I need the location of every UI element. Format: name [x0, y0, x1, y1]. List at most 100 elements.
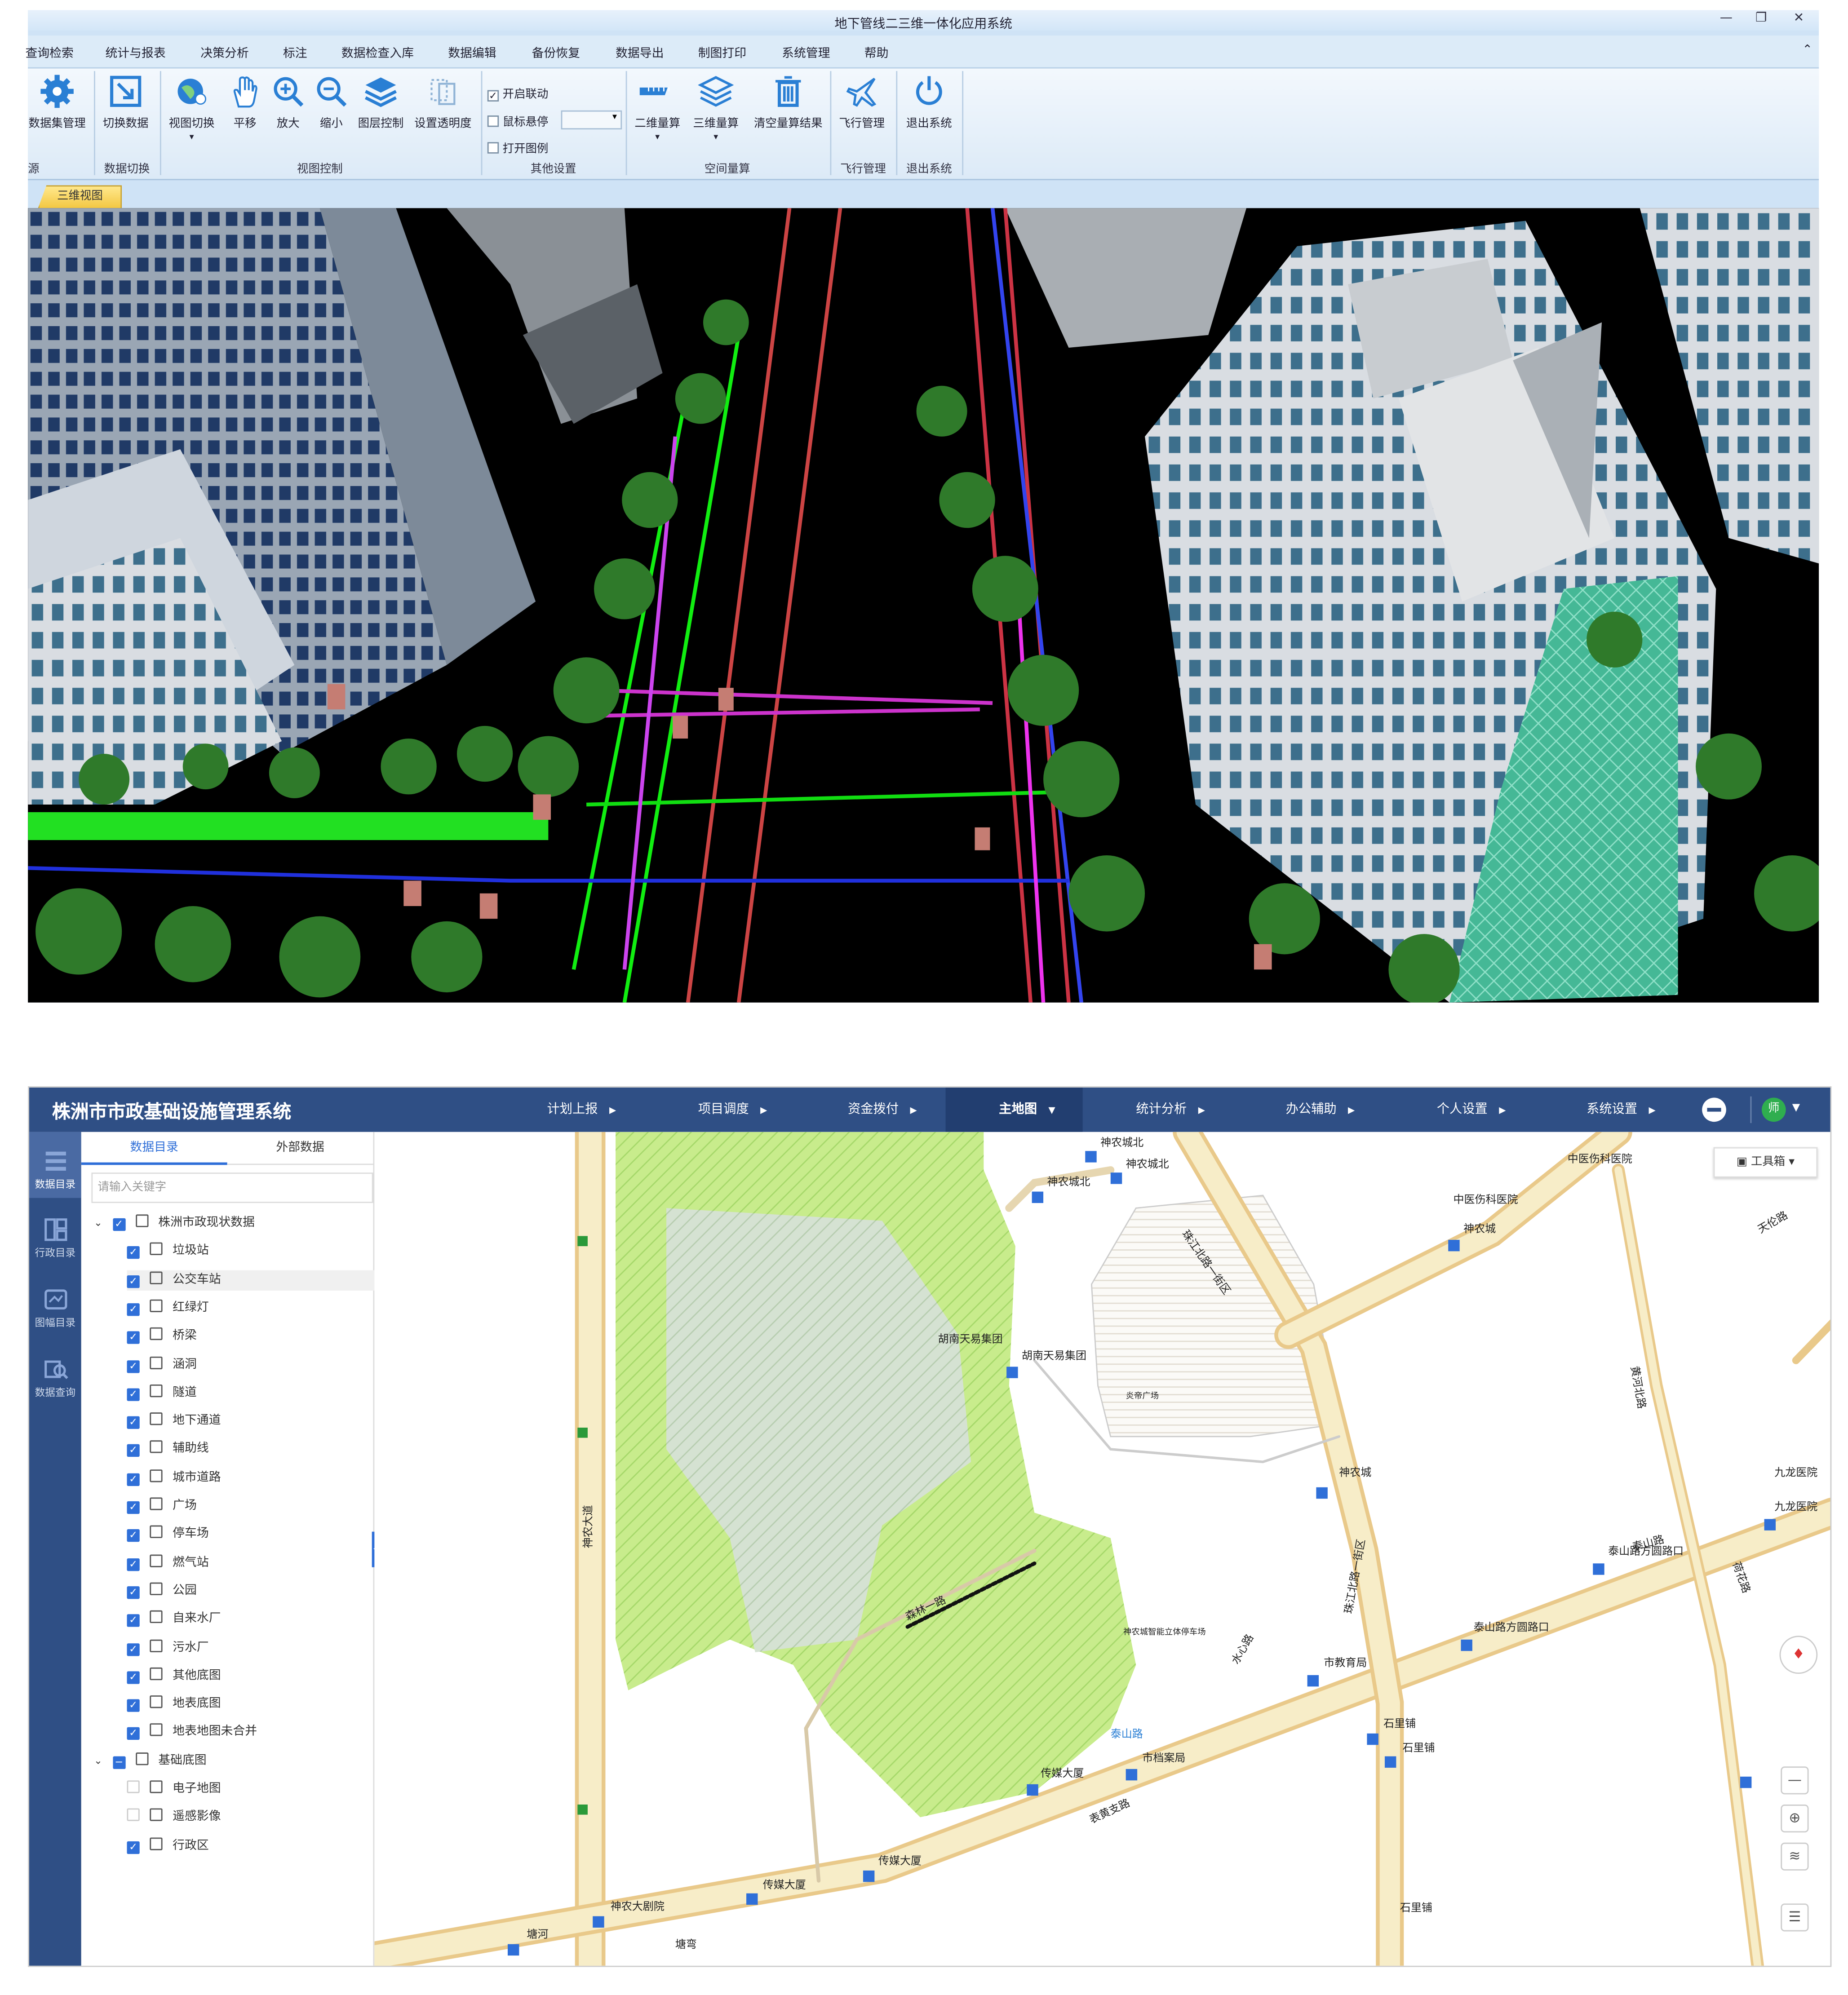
nav-project-dispatch[interactable]: 项目调度 ▶ — [698, 1088, 767, 1132]
exit-system-button[interactable]: 退出系统 — [901, 74, 957, 131]
catalog-search-input[interactable]: 请输入关键字 — [91, 1172, 373, 1203]
layer-checkbox[interactable]: ✓ — [127, 1501, 140, 1514]
measure-2d-button[interactable]: 二维量算 ▾ — [632, 74, 683, 143]
tree-layer-row[interactable]: ✓ 城市道路 — [127, 1468, 221, 1488]
tree-layer-row[interactable]: ✓ 公园 — [127, 1581, 197, 1601]
clear-measure-button[interactable]: 清空量算结果 — [749, 74, 828, 131]
menu-backup[interactable]: 备份恢复 — [532, 43, 580, 61]
close-button[interactable]: ✕ — [1794, 11, 1804, 25]
tree-layer-row[interactable]: ✓ 地下通道 — [127, 1411, 221, 1432]
restore-button[interactable]: ❐ — [1755, 11, 1767, 25]
layer-checkbox[interactable]: ✓ — [127, 1671, 140, 1684]
layer-checkbox[interactable]: ✓ — [127, 1274, 140, 1288]
pan-button[interactable]: 平移 — [226, 74, 264, 131]
tree-layer-row[interactable]: ✓ 行政区 — [127, 1836, 209, 1856]
menu-system[interactable]: 系统管理 — [782, 43, 830, 61]
nav-plan-report[interactable]: 计划上报 ▶ — [547, 1088, 616, 1132]
tree-layer-row[interactable]: ✓ 红绿灯 — [127, 1298, 209, 1318]
menu-edit[interactable]: 数据编辑 — [448, 43, 496, 61]
flight-manage-button[interactable]: 飞行管理 — [835, 74, 889, 131]
message-icon[interactable] — [1702, 1097, 1726, 1122]
minimize-button[interactable]: — — [1720, 11, 1733, 25]
layer-checkbox[interactable]: ✓ — [127, 1359, 140, 1373]
layer-checkbox[interactable]: ✓ — [112, 1218, 125, 1231]
menu-stats[interactable]: 统计与报表 — [105, 43, 165, 61]
collapse-ribbon-icon[interactable]: ⌃ — [1802, 43, 1813, 57]
tree-layer-row[interactable]: 遥感影像 — [127, 1807, 221, 1827]
nav-statistics[interactable]: 统计分析 ▶ — [1136, 1088, 1205, 1132]
switch-data-button[interactable]: 切换数据 — [99, 74, 152, 131]
sidebar-item-sheet-catalog[interactable]: 图幅目录 — [29, 1286, 81, 1330]
layer-checkbox[interactable]: ✓ — [127, 1416, 140, 1429]
nav-system-settings[interactable]: 系统设置 ▶ — [1587, 1088, 1656, 1132]
menu-query[interactable]: 查询检索 — [25, 43, 73, 61]
layer-checkbox[interactable]: ✓ — [127, 1642, 140, 1656]
tree-group-row[interactable]: ⌄ ✓ 株洲市政现状数据 — [94, 1213, 255, 1234]
layer-checkbox[interactable]: ✓ — [127, 1614, 140, 1628]
tab-external-data[interactable]: 外部数据 — [227, 1132, 373, 1165]
layer-checkbox[interactable]: ✓ — [127, 1388, 140, 1401]
chevron-down-icon[interactable]: ⌄ — [94, 1755, 102, 1766]
menu-annotate[interactable]: 标注 — [283, 43, 307, 61]
compass-icon[interactable]: ♦ — [1779, 1636, 1818, 1674]
tree-layer-row[interactable]: 电子地图 — [127, 1779, 221, 1800]
menu-data-check[interactable]: 数据检查入库 — [341, 43, 414, 61]
tab-data-catalog[interactable]: 数据目录 — [81, 1132, 227, 1165]
measure-3d-button[interactable]: 三维量算 ▾ — [688, 74, 744, 143]
globe-map-button[interactable]: ⊕ — [1781, 1805, 1809, 1833]
tree-layer-row[interactable]: ✓ 广场 — [127, 1496, 197, 1517]
layer-checkbox[interactable]: ✓ — [127, 1586, 140, 1599]
3d-scene-view[interactable] — [28, 208, 1819, 1003]
layer-checkbox[interactable]: ✓ — [127, 1444, 140, 1458]
zoom-out-map-button[interactable]: — — [1781, 1766, 1809, 1795]
layer-checkbox[interactable]: ✓ — [127, 1303, 140, 1316]
layer-checkbox[interactable]: ✓ — [127, 1529, 140, 1543]
nav-office-assist[interactable]: 办公辅助 ▶ — [1286, 1088, 1355, 1132]
tree-layer-row[interactable]: ✓ 桥梁 — [127, 1327, 197, 1347]
legend-map-button[interactable]: ☰ — [1781, 1903, 1809, 1932]
dataset-manage-button[interactable]: 数据集管理 — [28, 74, 86, 131]
user-menu-chevron-icon[interactable]: ▼ — [1792, 1101, 1800, 1113]
menu-print[interactable]: 制图打印 — [698, 43, 746, 61]
layer-checkbox[interactable]: ✓ — [127, 1331, 140, 1345]
layer-control-button[interactable]: 图层控制 — [355, 74, 406, 131]
open-legend-checkbox[interactable]: 打开图例 — [487, 140, 548, 156]
set-transparency-button[interactable]: 设置透明度 — [411, 74, 474, 131]
main-map[interactable]: 神农城北 神农城北 神农城北 中医伤科医院 中医伤科医院 神农城 胡南天易集团 胡南天易集… — [374, 1132, 1830, 1966]
hover-dropdown[interactable]: ▾ — [561, 110, 622, 130]
layer-checkbox[interactable]: ✓ — [127, 1473, 140, 1486]
layer-checkbox[interactable] — [127, 1809, 140, 1822]
nav-personal-settings[interactable]: 个人设置 ▶ — [1437, 1088, 1506, 1132]
tab-3d-view[interactable]: 三维视图 — [38, 185, 122, 208]
menu-decision[interactable]: 决策分析 — [200, 43, 248, 61]
zoom-out-button[interactable]: 缩小 — [312, 74, 350, 131]
tree-layer-row[interactable]: ✓ 垃圾站 — [127, 1242, 209, 1262]
tree-layer-row[interactable]: ✓ 地表底图 — [127, 1694, 221, 1715]
zoom-in-button[interactable]: 放大 — [269, 74, 307, 131]
tree-layer-row[interactable]: ✓ 辅助线 — [127, 1440, 209, 1460]
chevron-down-icon[interactable]: ⌄ — [94, 1217, 102, 1228]
tree-layer-row[interactable]: ✓ 燃气站 — [127, 1553, 209, 1573]
sidebar-item-data-query[interactable]: 数据查询 — [29, 1355, 81, 1400]
layer-checkbox[interactable]: ✓ — [127, 1557, 140, 1571]
tree-layer-row[interactable]: ✓ 停车场 — [127, 1525, 209, 1545]
enable-linkage-checkbox[interactable]: ✓ 开启联动 — [487, 85, 548, 102]
tree-layer-row[interactable]: ✓ 隧道 — [127, 1383, 197, 1403]
tree-layer-row[interactable]: ✓ 地表地图未合并 — [127, 1722, 257, 1743]
tree-layer-row[interactable]: ✓ 其他底图 — [127, 1666, 221, 1686]
nav-main-map[interactable]: 主地图 ▼ — [999, 1088, 1055, 1132]
menu-help[interactable]: 帮助 — [864, 43, 889, 61]
tree-layer-row[interactable]: ✓ 污水厂 — [127, 1638, 209, 1658]
mouse-hover-checkbox[interactable]: 鼠标悬停 — [487, 113, 548, 129]
tree-group-row[interactable]: ⌄ − 基础底图 — [94, 1751, 207, 1771]
menu-export[interactable]: 数据导出 — [616, 43, 664, 61]
sidebar-item-data-catalog[interactable]: 数据目录 — [29, 1147, 81, 1192]
layer-checkbox[interactable]: ✓ — [127, 1699, 140, 1712]
layers-map-button[interactable]: ≋ — [1781, 1842, 1809, 1871]
layer-checkbox[interactable]: − — [112, 1756, 125, 1769]
tree-layer-row[interactable]: ✓ 公交车站 — [127, 1270, 375, 1290]
toolbox-dropdown[interactable]: ▣ 工具箱 ▾ — [1713, 1147, 1818, 1178]
nav-fund-allocation[interactable]: 资金拨付 ▶ — [848, 1088, 917, 1132]
layer-checkbox[interactable] — [127, 1780, 140, 1793]
sidebar-item-admin-catalog[interactable]: 行政目录 — [29, 1216, 81, 1260]
